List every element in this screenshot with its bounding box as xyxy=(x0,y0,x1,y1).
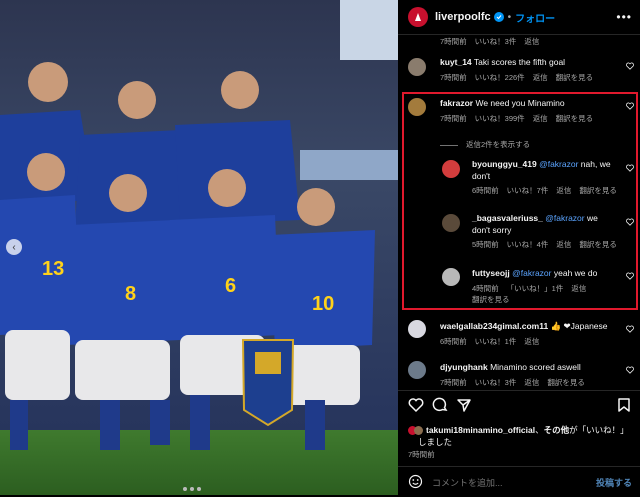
post-photo: 13 8 6 10 ‹ xyxy=(0,0,398,495)
follow-button[interactable]: フォロー xyxy=(515,10,555,25)
team-photo-illustration: 13 8 6 10 xyxy=(0,0,398,495)
comment-text: kuyt_14 Taki scores the fifth goal xyxy=(440,57,566,67)
liked-by-others[interactable]: その他 xyxy=(544,425,570,435)
share-icon[interactable] xyxy=(456,397,472,413)
reply-button[interactable]: 返信 xyxy=(533,73,548,82)
previous-image-button[interactable]: ‹ xyxy=(6,239,22,255)
svg-text:6: 6 xyxy=(225,275,236,297)
comment-meta: 6時間前 いいね！1件 返信 xyxy=(440,337,540,346)
svg-text:8: 8 xyxy=(125,283,136,305)
emoji-icon[interactable] xyxy=(408,474,423,489)
bookmark-icon[interactable] xyxy=(616,397,632,413)
add-comment-bar: コメントを追加... 投稿する xyxy=(398,466,640,497)
post-actions: takumi18minamino_official、その他が「いいね！」 しまし… xyxy=(398,390,640,496)
liked-by-user[interactable]: takumi18minamino_official xyxy=(426,425,535,435)
heart-icon[interactable] xyxy=(626,325,634,333)
post-header: liverpoolfc • フォロー ••• xyxy=(398,0,640,35)
heart-icon[interactable] xyxy=(408,397,424,413)
header-username[interactable]: liverpoolfc xyxy=(435,11,491,23)
carousel-dots xyxy=(183,478,204,495)
likes-summary: takumi18minamino_official、その他が「いいね！」 しまし… xyxy=(408,424,633,448)
comment-input[interactable]: コメントを追加... xyxy=(432,476,503,489)
post-timestamp: 7時間前 xyxy=(408,450,435,459)
translate-button[interactable]: 翻訳を見る xyxy=(556,73,594,82)
avatar[interactable] xyxy=(408,320,426,338)
translate-button[interactable]: 翻訳を見る xyxy=(547,378,585,387)
comment-meta: 7時間前 いいね！3件 返信 xyxy=(440,37,540,46)
reply-button[interactable]: 返信 xyxy=(524,378,539,387)
separator: • xyxy=(507,11,512,23)
avatar[interactable] xyxy=(408,7,428,27)
heart-icon[interactable] xyxy=(626,366,634,374)
heart-icon[interactable] xyxy=(626,62,634,70)
chevron-left-icon: ‹ xyxy=(12,241,16,253)
post-comment-button[interactable]: 投稿する xyxy=(596,476,632,489)
comment-icon[interactable] xyxy=(432,397,448,413)
comment-meta: 7時間前 いいね！226件 返信 翻訳を見る xyxy=(440,73,594,82)
liverbird-icon xyxy=(415,13,421,21)
comment-text: djyunghank Minamino scored aswell xyxy=(440,362,581,372)
avatar[interactable] xyxy=(408,58,426,76)
comment-text: waelgallab234gimal.com11 👍 ❤Japanese xyxy=(440,321,608,331)
avatar[interactable] xyxy=(408,361,426,379)
comment-meta: 7時間前 いいね！3件 返信 翻訳を見る xyxy=(440,378,585,387)
highlight-box xyxy=(402,92,638,310)
svg-text:10: 10 xyxy=(312,293,334,315)
reply-button[interactable]: 返信 xyxy=(524,337,539,346)
more-options-button[interactable]: ••• xyxy=(616,10,632,24)
verified-badge-icon xyxy=(493,12,504,22)
svg-text:13: 13 xyxy=(42,258,64,280)
